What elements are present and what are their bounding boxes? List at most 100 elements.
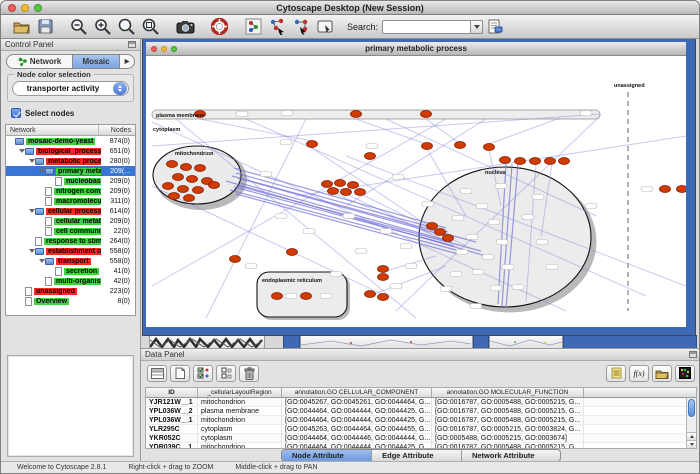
minimize-window-icon[interactable]	[21, 4, 29, 12]
tab-network[interactable]: Network	[7, 55, 72, 68]
window-titlebar[interactable]: Cytoscape Desktop (New Session)	[1, 1, 699, 15]
col-header-region[interactable]: _cellularLayoutRegion	[198, 388, 282, 397]
disclosure-triangle-icon[interactable]	[18, 149, 25, 153]
float-data-panel-icon[interactable]	[689, 351, 697, 358]
select-all-attributes-icon[interactable]	[193, 365, 213, 382]
search-config-glyph	[487, 19, 503, 35]
zoom-selected-icon[interactable]	[116, 17, 138, 37]
tree-column-network[interactable]: Network	[6, 125, 99, 135]
background-window[interactable]	[489, 335, 563, 348]
new-attribute-icon[interactable]	[170, 365, 190, 382]
save-glyph	[38, 19, 53, 34]
search-dropdown-icon[interactable]	[470, 20, 483, 34]
unselect-all-glyph	[221, 367, 232, 379]
select-nodes-checkbox[interactable]	[11, 108, 21, 118]
tree-node-count: 209(0)	[101, 178, 135, 185]
disclosure-triangle-icon[interactable]	[38, 259, 45, 263]
attribute-select-icon[interactable]	[147, 365, 167, 382]
network-overview-panel[interactable]	[7, 355, 134, 457]
tree-row[interactable]: establishment of lo 558(0)	[6, 246, 135, 256]
attribute-browser-tab[interactable]: Node Attribute Browser	[282, 450, 371, 461]
close-view-icon[interactable]	[151, 46, 157, 52]
table-row[interactable]: YPL036W__2 plasma membrane [GO:0044464, …	[146, 407, 696, 416]
table-row[interactable]: YJR121W__1 mitochondrion [GO:0045267, GO…	[146, 398, 696, 407]
tree-row[interactable]: response to stimulu 264(0)	[6, 236, 135, 246]
attribute-browser-tab[interactable]: Edge Attribute Browser	[371, 450, 461, 461]
disclosure-triangle-icon[interactable]	[38, 169, 45, 173]
network-canvas[interactable]: plasma membrane cytoplasm mitochondrion …	[146, 56, 686, 327]
tree-row[interactable]: primary metabo 209(...	[6, 166, 135, 176]
float-panel-icon[interactable]	[128, 41, 136, 48]
annotation-icon[interactable]	[314, 17, 336, 37]
zoom-window-icon[interactable]	[34, 4, 42, 12]
unselect-all-attributes-icon[interactable]	[216, 365, 236, 382]
zoom-out-icon[interactable]	[68, 17, 90, 37]
tree-row[interactable]: unassigned 223(0)	[6, 286, 135, 296]
node-color-groupbox: Node color selection transporter activit…	[7, 74, 134, 102]
tree-row[interactable]: Overview 8(0)	[6, 296, 135, 306]
tree-node-icon	[45, 217, 52, 226]
close-window-icon[interactable]	[8, 4, 16, 12]
import-attributes-icon[interactable]	[652, 365, 672, 382]
attribute-browser-tab[interactable]: Network Attribute Browser	[461, 450, 560, 461]
tree-row[interactable]: cell communicat 22(0)	[6, 226, 135, 236]
col-header-cellular-component[interactable]: annotation.GO CELLULAR_COMPONENT	[282, 388, 432, 397]
zoom-fit-icon[interactable]	[140, 17, 162, 37]
network-edit-icon[interactable]	[290, 17, 312, 37]
matrix-icon[interactable]	[675, 365, 695, 382]
search-config-icon[interactable]	[484, 17, 506, 37]
background-window-edge[interactable]	[563, 335, 697, 348]
function-builder-label: f(x)	[633, 369, 644, 378]
tree-row[interactable]: metabolic process 280(0)	[6, 156, 135, 166]
vizmapper-icon[interactable]	[242, 17, 264, 37]
data-panel: Data Panel f(x) ID _cellularLayoutRegion…	[141, 348, 700, 463]
tree-row[interactable]: nucleobase- 209(0)	[6, 176, 135, 186]
col-header-molecular-function[interactable]: annotation.GO MOLECULAR_FUNCTION	[432, 388, 584, 397]
scrollbar-thumb[interactable]	[688, 399, 695, 417]
background-window[interactable]	[300, 335, 473, 348]
network-from-selection-icon[interactable]	[266, 17, 288, 37]
zoom-view-icon[interactable]	[171, 46, 177, 52]
search-input[interactable]	[382, 20, 470, 34]
tree-row[interactable]: transport 558(0)	[6, 256, 135, 266]
tree-row[interactable]: secretion 41(0)	[6, 266, 135, 276]
background-window-edge[interactable]	[473, 335, 489, 348]
tree-row[interactable]: biological_process 651(0)	[6, 146, 135, 156]
function-builder-icon[interactable]: f(x)	[629, 365, 649, 382]
network-graph[interactable]: plasma membrane cytoplasm mitochondrion …	[146, 56, 686, 327]
col-header-id[interactable]: ID	[146, 388, 198, 397]
save-icon[interactable]	[34, 17, 56, 37]
tab-overflow-icon[interactable]: ▶	[120, 55, 134, 68]
node-color-select[interactable]: transporter activity	[12, 81, 129, 96]
table-row[interactable]: YLR295C cytoplasm [GO:0045263, GO:004446…	[146, 425, 696, 434]
tree-row[interactable]: macromolecule 311(0)	[6, 196, 135, 206]
tree-row[interactable]: cellular process 614(0)	[6, 206, 135, 216]
disclosure-triangle-icon[interactable]	[28, 249, 35, 253]
background-window-edge[interactable]	[283, 335, 300, 348]
tree-row[interactable]: multi-organism pro 42(0)	[6, 276, 135, 286]
table-row[interactable]: YKR052C cytoplasm [GO:0044464, GO:004444…	[146, 434, 696, 443]
snapshot-icon[interactable]	[174, 17, 196, 37]
scroll-up-icon[interactable]	[687, 432, 696, 440]
tree-row[interactable]: nitrogen compo 209(0)	[6, 186, 135, 196]
attribute-table-header: ID _cellularLayoutRegion annotation.GO C…	[146, 388, 696, 398]
minimize-view-icon[interactable]	[161, 46, 167, 52]
zoom-in-icon[interactable]	[92, 17, 114, 37]
open-icon[interactable]	[10, 17, 32, 37]
tree-column-nodes[interactable]: Nodes	[99, 125, 135, 135]
table-row[interactable]: YPL036W__1 mitochondrion [GO:0044464, GO…	[146, 416, 696, 425]
tree-row[interactable]: mosaic-demo-yeast 874(0)	[6, 136, 135, 146]
table-scrollbar[interactable]	[686, 398, 696, 448]
scroll-down-icon[interactable]	[687, 440, 696, 448]
disclosure-triangle-icon[interactable]	[28, 209, 35, 213]
background-window[interactable]	[149, 335, 265, 348]
cell-id: YPL036W__2	[146, 407, 198, 415]
tree-row[interactable]: cellular metabol 209(0)	[6, 216, 135, 226]
delete-attribute-icon[interactable]	[239, 365, 259, 382]
tab-mosaic[interactable]: Mosaic	[72, 55, 120, 68]
network-view-titlebar[interactable]: primary metabolic process	[146, 42, 686, 56]
disclosure-triangle-icon[interactable]	[28, 159, 35, 163]
tree-node-icon	[45, 187, 52, 196]
help-icon[interactable]	[208, 17, 230, 37]
notes-icon[interactable]	[606, 365, 626, 382]
